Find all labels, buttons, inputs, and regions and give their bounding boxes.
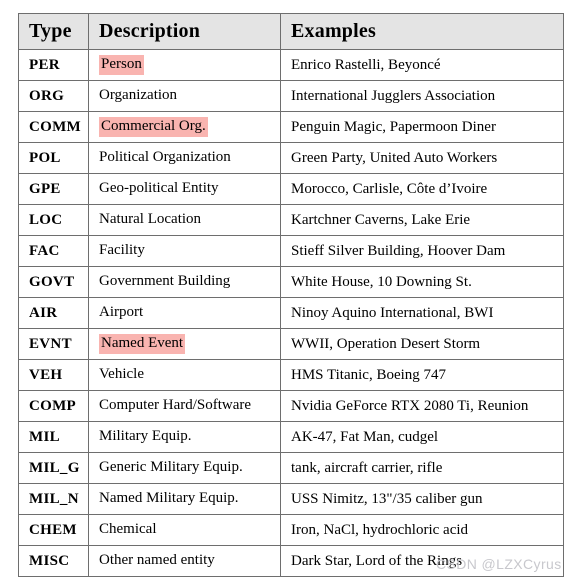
description-text: Natural Location <box>99 211 202 228</box>
cell-description: Natural Location <box>88 204 281 236</box>
cell-description: Facility <box>88 235 281 267</box>
highlighted-description: Named Event <box>99 334 186 354</box>
cell-examples: Stieff Silver Building, Hoover Dam <box>280 235 564 267</box>
column-header-type: Type <box>18 13 89 50</box>
cell-description: Generic Military Equip. <box>88 452 281 484</box>
cell-examples: Nvidia GeForce RTX 2080 Ti, Reunion <box>280 390 564 422</box>
description-text: Airport <box>99 304 144 321</box>
cell-type: FAC <box>18 235 89 267</box>
column-header-examples: Examples <box>280 13 564 50</box>
cell-examples: HMS Titanic, Boeing 747 <box>280 359 564 391</box>
cell-examples: tank, aircraft carrier, rifle <box>280 452 564 484</box>
cell-type: POL <box>18 142 89 174</box>
cell-description: Named Military Equip. <box>88 483 281 515</box>
cell-description: Chemical <box>88 514 281 546</box>
table-row: MIL_G Generic Military Equip. tank, aircra… <box>18 452 564 484</box>
cell-description: Person <box>88 49 281 81</box>
table-header: Type Description Examples <box>18 13 564 50</box>
cell-type: ORG <box>18 80 89 112</box>
table-row: GOVT Government Building White House, 10 D… <box>18 266 564 298</box>
cell-examples: Green Party, United Auto Workers <box>280 142 564 174</box>
cell-type: MISC <box>18 545 89 577</box>
cell-examples: Morocco, Carlisle, Côte d’Ivoire <box>280 173 564 205</box>
cell-type: PER <box>18 49 89 81</box>
cell-examples: Ninoy Aquino International, BWI <box>280 297 564 329</box>
table-row: AIR Airport Ninoy Aquino International, BW… <box>18 297 564 329</box>
column-header-description: Description <box>88 13 281 50</box>
description-text: Political Organization <box>99 149 231 166</box>
cell-description: Commercial Org. <box>88 111 281 143</box>
cell-description: Military Equip. <box>88 421 281 453</box>
cell-examples: AK-47, Fat Man, cudgel <box>280 421 564 453</box>
description-text: Named Military Equip. <box>99 490 239 507</box>
highlighted-description: Person <box>99 55 144 75</box>
cell-type: MIL_G <box>18 452 89 484</box>
cell-type: AIR <box>18 297 89 329</box>
table-row: ORG Organization International Jugglers As… <box>18 80 564 112</box>
description-text: Chemical <box>99 521 157 538</box>
table-row: COMM Commercial Org. Penguin Magic, Paperm… <box>18 111 564 143</box>
cell-description: Political Organization <box>88 142 281 174</box>
cell-examples: Iron, NaCl, hydrochloric acid <box>280 514 564 546</box>
cell-type: CHEM <box>18 514 89 546</box>
cell-examples: White House, 10 Downing St. <box>280 266 564 298</box>
description-text: Computer Hard/Software <box>99 397 252 414</box>
cell-examples: Dark Star, Lord of the Rings <box>280 545 564 577</box>
description-text: Geo-political Entity <box>99 180 219 197</box>
table-row: PER Person Enrico Rastelli, Beyoncé <box>18 49 564 81</box>
cell-type: COMM <box>18 111 89 143</box>
table-row: MIL Military Equip. AK-47, Fat Man, cudgel <box>18 421 564 453</box>
table-row: COMP Computer Hard/Software Nvidia GeForce… <box>18 390 564 422</box>
cell-description: Named Event <box>88 328 281 360</box>
cell-type: MIL <box>18 421 89 453</box>
description-text: Generic Military Equip. <box>99 459 243 476</box>
table-row: EVNT Named Event WWII, Operation Desert St… <box>18 328 564 360</box>
table-row: FAC Facility Stieff Silver Building, Hoove… <box>18 235 564 267</box>
cell-description: Geo-political Entity <box>88 173 281 205</box>
table-row: VEH Vehicle HMS Titanic, Boeing 747 <box>18 359 564 391</box>
cell-description: Government Building <box>88 266 281 298</box>
table-row: MISC Other named entity Dark Star, Lord of… <box>18 545 564 577</box>
table-row: POL Political Organization Green Party, Un… <box>18 142 564 174</box>
cell-examples: Enrico Rastelli, Beyoncé <box>280 49 564 81</box>
description-text: Government Building <box>99 273 231 290</box>
cell-examples: USS Nimitz, 13"/35 caliber gun <box>280 483 564 515</box>
cell-type: GPE <box>18 173 89 205</box>
cell-examples: WWII, Operation Desert Storm <box>280 328 564 360</box>
table-row: CHEM Chemical Iron, NaCl, hydrochloric aci… <box>18 514 564 546</box>
table-row: MIL_N Named Military Equip. USS Nimitz, 13… <box>18 483 564 515</box>
cell-type: VEH <box>18 359 89 391</box>
entity-type-table-container: Type Description Examples PER Person Enric… <box>18 13 564 577</box>
cell-description: Vehicle <box>88 359 281 391</box>
cell-type: COMP <box>18 390 89 422</box>
highlighted-description: Commercial Org. <box>99 117 208 137</box>
entity-type-table: Type Description Examples PER Person Enric… <box>18 13 564 577</box>
table-row: GPE Geo-political Entity Morocco, Carlisle… <box>18 173 564 205</box>
cell-type: LOC <box>18 204 89 236</box>
cell-description: Organization <box>88 80 281 112</box>
cell-description: Airport <box>88 297 281 329</box>
cell-examples: Kartchner Caverns, Lake Erie <box>280 204 564 236</box>
cell-type: GOVT <box>18 266 89 298</box>
description-text: Other named entity <box>99 552 215 569</box>
cell-description: Computer Hard/Software <box>88 390 281 422</box>
description-text: Facility <box>99 242 145 259</box>
description-text: Vehicle <box>99 366 144 383</box>
table-body: PER Person Enrico Rastelli, Beyoncé ORG Orga… <box>18 49 564 577</box>
table-row: LOC Natural Location Kartchner Caverns, La… <box>18 204 564 236</box>
cell-description: Other named entity <box>88 545 281 577</box>
cell-examples: Penguin Magic, Papermoon Diner <box>280 111 564 143</box>
cell-type: MIL_N <box>18 483 89 515</box>
description-text: Military Equip. <box>99 428 192 445</box>
description-text: Organization <box>99 87 178 104</box>
table-header-row: Type Description Examples <box>18 13 564 50</box>
cell-type: EVNT <box>18 328 89 360</box>
cell-examples: International Jugglers Association <box>280 80 564 112</box>
